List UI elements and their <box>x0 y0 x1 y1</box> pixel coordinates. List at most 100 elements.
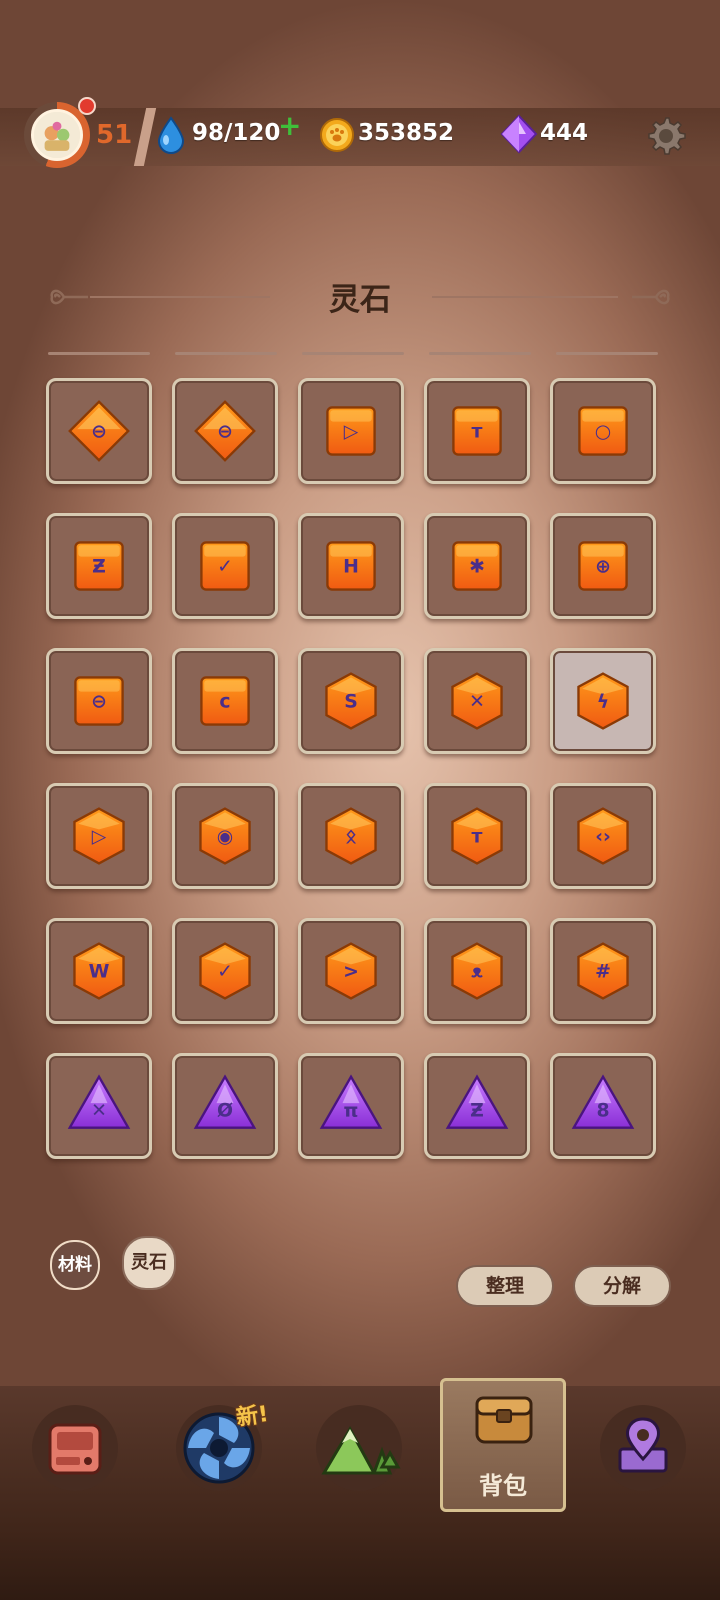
player-avatar[interactable] <box>31 109 83 161</box>
rune-symbol: 8 <box>596 1099 609 1121</box>
title-divider-right <box>432 296 618 298</box>
rune-symbol: ○ <box>595 421 611 443</box>
inventory-slot[interactable]: ϟ <box>550 648 656 754</box>
settings-gear-icon[interactable] <box>644 114 688 158</box>
inventory-slot[interactable]: ⊖ <box>46 378 152 484</box>
treasure-chest-icon <box>475 1396 533 1444</box>
inventory-slot[interactable]: ⊖ <box>172 378 278 484</box>
triangle-spirit-stone-icon: π <box>319 1074 383 1129</box>
inventory-slot[interactable]: ○ <box>550 378 656 484</box>
rune-symbol: ✕ <box>469 691 485 713</box>
player-level: 51 <box>96 120 133 150</box>
sort-button[interactable]: 整理 <box>456 1265 554 1307</box>
notification-dot <box>78 97 96 115</box>
inventory-slot[interactable]: S <box>298 648 404 754</box>
inventory-slot[interactable]: > <box>298 918 404 1024</box>
inventory-slot[interactable]: ✓ <box>172 513 278 619</box>
inventory-slot[interactable]: ⊖ <box>46 648 152 754</box>
inventory-slot[interactable]: ᴛ <box>424 378 530 484</box>
hexagon-spirit-stone-icon: ◉ <box>199 807 251 865</box>
hexagon-spirit-stone-icon: > <box>325 942 377 1000</box>
inventory-slot[interactable]: ▷ <box>298 378 404 484</box>
hexagon-spirit-stone-icon: # <box>577 942 629 1000</box>
rune-symbol: ᛟ <box>345 826 356 848</box>
square-spirit-stone-icon: ⊖ <box>74 676 124 726</box>
new-badge: 新! <box>234 1401 270 1432</box>
inventory-slot[interactable]: W <box>46 918 152 1024</box>
rune-symbol: ᴥ <box>471 961 483 983</box>
inventory-slot[interactable]: Ø <box>172 1053 278 1159</box>
gem-value: 444 <box>540 120 589 146</box>
energy-value: 98/120 <box>192 120 281 146</box>
rune-symbol: ᴛ <box>472 421 483 443</box>
square-spirit-stone-icon: ▷ <box>326 406 376 456</box>
rune-symbol: ✕ <box>91 1099 107 1121</box>
square-spirit-stone-icon: Ƶ <box>74 541 124 591</box>
hexagon-spirit-stone-icon: ᴛ <box>451 807 503 865</box>
purple-gem-icon <box>500 114 538 154</box>
filter-spirit-stone-button[interactable]: 灵石 <box>122 1236 176 1290</box>
rune-symbol: ⊖ <box>217 421 233 443</box>
square-spirit-stone-icon: ᴄ <box>200 676 250 726</box>
rune-symbol: ✱ <box>469 556 485 578</box>
hexagon-spirit-stone-icon: ᴥ <box>451 942 503 1000</box>
hexagon-spirit-stone-icon: ϟ <box>577 672 629 730</box>
rune-symbol: ✓ <box>217 556 233 578</box>
machine-icon <box>48 1423 102 1475</box>
inventory-slot[interactable]: ⊕ <box>550 513 656 619</box>
decompose-button[interactable]: 分解 <box>573 1265 671 1307</box>
hexagon-spirit-stone-icon: ✕ <box>451 672 503 730</box>
add-energy-button[interactable]: + <box>278 112 301 140</box>
category-tab-indicator <box>48 352 150 355</box>
hexagon-spirit-stone-icon: S <box>325 672 377 730</box>
rune-symbol: ✓ <box>217 961 233 983</box>
hexagon-spirit-stone-icon: W <box>73 942 125 1000</box>
category-tab-indicator <box>556 352 658 355</box>
rune-symbol: ᴄ <box>219 691 230 713</box>
rune-symbol: W <box>89 961 110 983</box>
inventory-slot[interactable]: ◉ <box>172 783 278 889</box>
square-spirit-stone-icon: ○ <box>578 406 628 456</box>
inventory-slot[interactable]: π <box>298 1053 404 1159</box>
inventory-slot[interactable]: ✓ <box>172 918 278 1024</box>
inventory-slot[interactable]: ᴛ <box>424 783 530 889</box>
title-ornament-right-icon <box>632 289 670 305</box>
rune-symbol: ⊖ <box>91 421 107 443</box>
filter-materials-button[interactable]: 材料 <box>50 1240 100 1290</box>
inventory-slot[interactable]: Ƶ <box>424 1053 530 1159</box>
category-tab-indicator <box>429 352 531 355</box>
inventory-slot[interactable]: H <box>298 513 404 619</box>
coin-paw-icon <box>320 118 354 152</box>
rune-symbol: > <box>343 961 359 983</box>
rune-symbol: ▷ <box>92 826 107 848</box>
inventory-slot[interactable]: ᴄ <box>172 648 278 754</box>
rune-symbol: ◉ <box>217 826 233 848</box>
category-tab-indicator <box>302 352 404 355</box>
hexagon-spirit-stone-icon: ✓ <box>199 942 251 1000</box>
rune-symbol: π <box>344 1099 359 1121</box>
hexagon-spirit-stone-icon: ▷ <box>73 807 125 865</box>
inventory-slot[interactable]: 8 <box>550 1053 656 1159</box>
inventory-slot[interactable]: ‹› <box>550 783 656 889</box>
inventory-slot[interactable]: Ƶ <box>46 513 152 619</box>
triangle-spirit-stone-icon: Ƶ <box>445 1074 509 1129</box>
rune-symbol: ⊕ <box>595 556 611 578</box>
rune-symbol: ϟ <box>597 691 609 713</box>
nav-adventure-button[interactable] <box>316 1405 402 1491</box>
rune-symbol: ‹› <box>595 826 611 848</box>
nav-map-button[interactable] <box>600 1405 686 1491</box>
inventory-slot[interactable]: ᴥ <box>424 918 530 1024</box>
diamond-spirit-stone-icon: ⊖ <box>68 400 130 462</box>
inventory-slot[interactable]: # <box>550 918 656 1024</box>
inventory-slot[interactable]: ✱ <box>424 513 530 619</box>
square-spirit-stone-icon: ᴛ <box>452 406 502 456</box>
square-spirit-stone-icon: ✱ <box>452 541 502 591</box>
rune-symbol: H <box>343 556 359 578</box>
inventory-slot[interactable]: ✕ <box>424 648 530 754</box>
inventory-slot[interactable]: ✕ <box>46 1053 152 1159</box>
rune-symbol: Ø <box>217 1099 233 1121</box>
inventory-slot[interactable]: ▷ <box>46 783 152 889</box>
nav-shop-button[interactable] <box>32 1405 118 1491</box>
inventory-slot[interactable]: ᛟ <box>298 783 404 889</box>
rune-symbol: ⊖ <box>91 691 107 713</box>
